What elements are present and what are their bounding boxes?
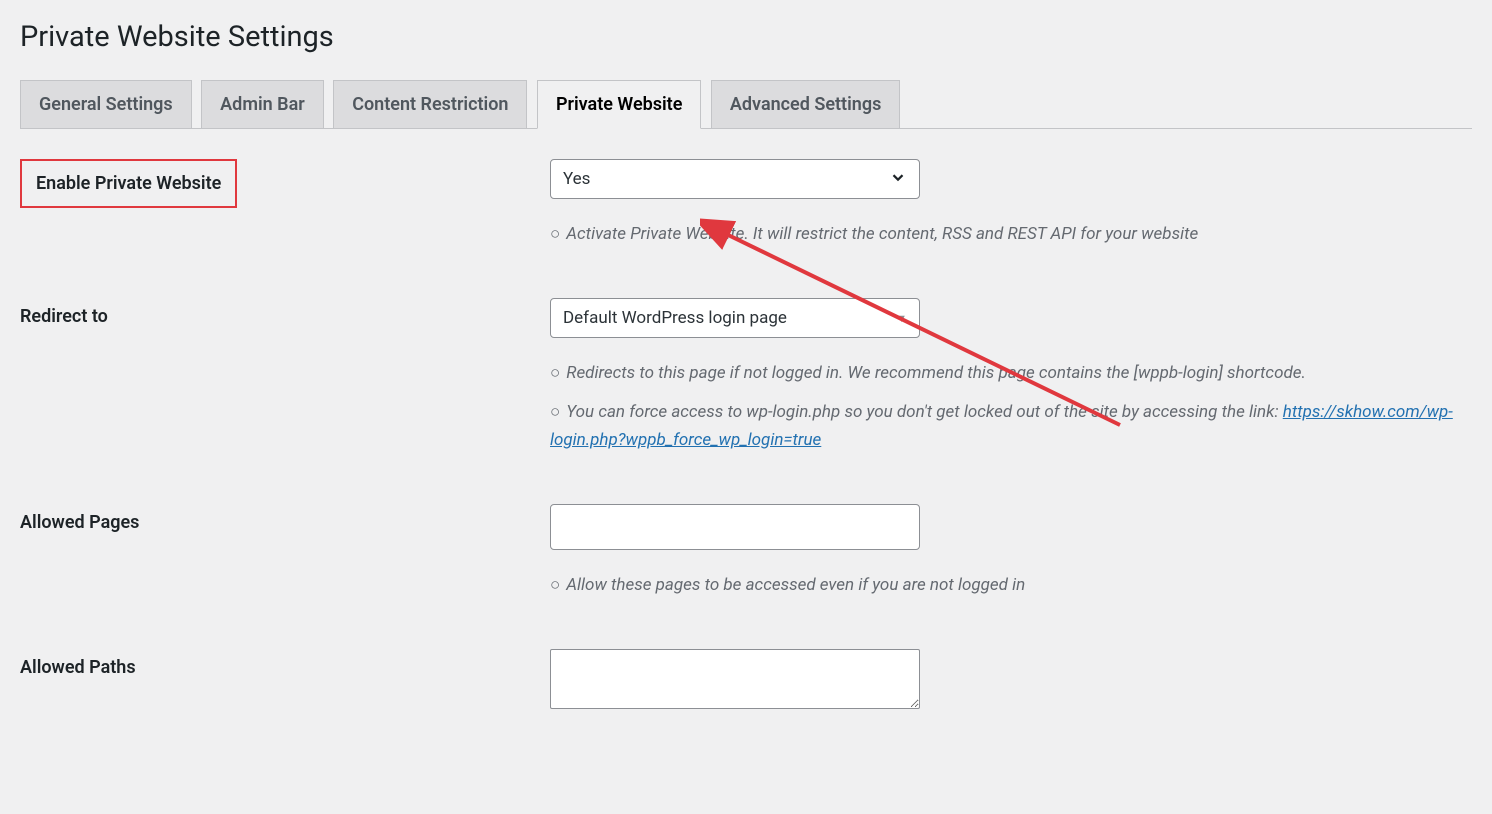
allowed-paths-label: Allowed Paths (20, 649, 550, 678)
tab-admin-bar[interactable]: Admin Bar (201, 80, 324, 128)
tab-private-website[interactable]: Private Website (537, 80, 701, 129)
allowed-pages-label: Allowed Pages (20, 504, 550, 533)
triangle-down-icon: ▼ (896, 312, 907, 325)
tabs-nav: General Settings Admin Bar Content Restr… (20, 79, 1472, 129)
redirect-to-value: Default WordPress login page (563, 308, 787, 328)
redirect-to-select[interactable]: Default WordPress login page ▼ (550, 298, 920, 338)
page-title: Private Website Settings (20, 20, 1472, 54)
allowed-pages-input[interactable] (550, 504, 920, 550)
allowed-pages-description: ○Allow these pages to be accessed even i… (550, 572, 1472, 599)
tab-general-settings[interactable]: General Settings (20, 80, 192, 128)
tab-advanced-settings[interactable]: Advanced Settings (711, 80, 900, 128)
enable-private-website-description: ○Activate Private Website. It will restr… (550, 221, 1472, 248)
allowed-paths-textarea[interactable] (550, 649, 920, 709)
redirect-to-description-2: ○You can force access to wp-login.php so… (550, 399, 1472, 453)
enable-private-website-select[interactable]: Yes (550, 159, 920, 199)
chevron-down-icon (889, 168, 907, 191)
enable-private-website-label: Enable Private Website (20, 159, 237, 208)
redirect-to-description-1: ○Redirects to this page if not logged in… (550, 360, 1472, 387)
tab-content-restriction[interactable]: Content Restriction (333, 80, 527, 128)
redirect-to-label: Redirect to (20, 298, 550, 327)
enable-private-website-value: Yes (563, 169, 590, 189)
